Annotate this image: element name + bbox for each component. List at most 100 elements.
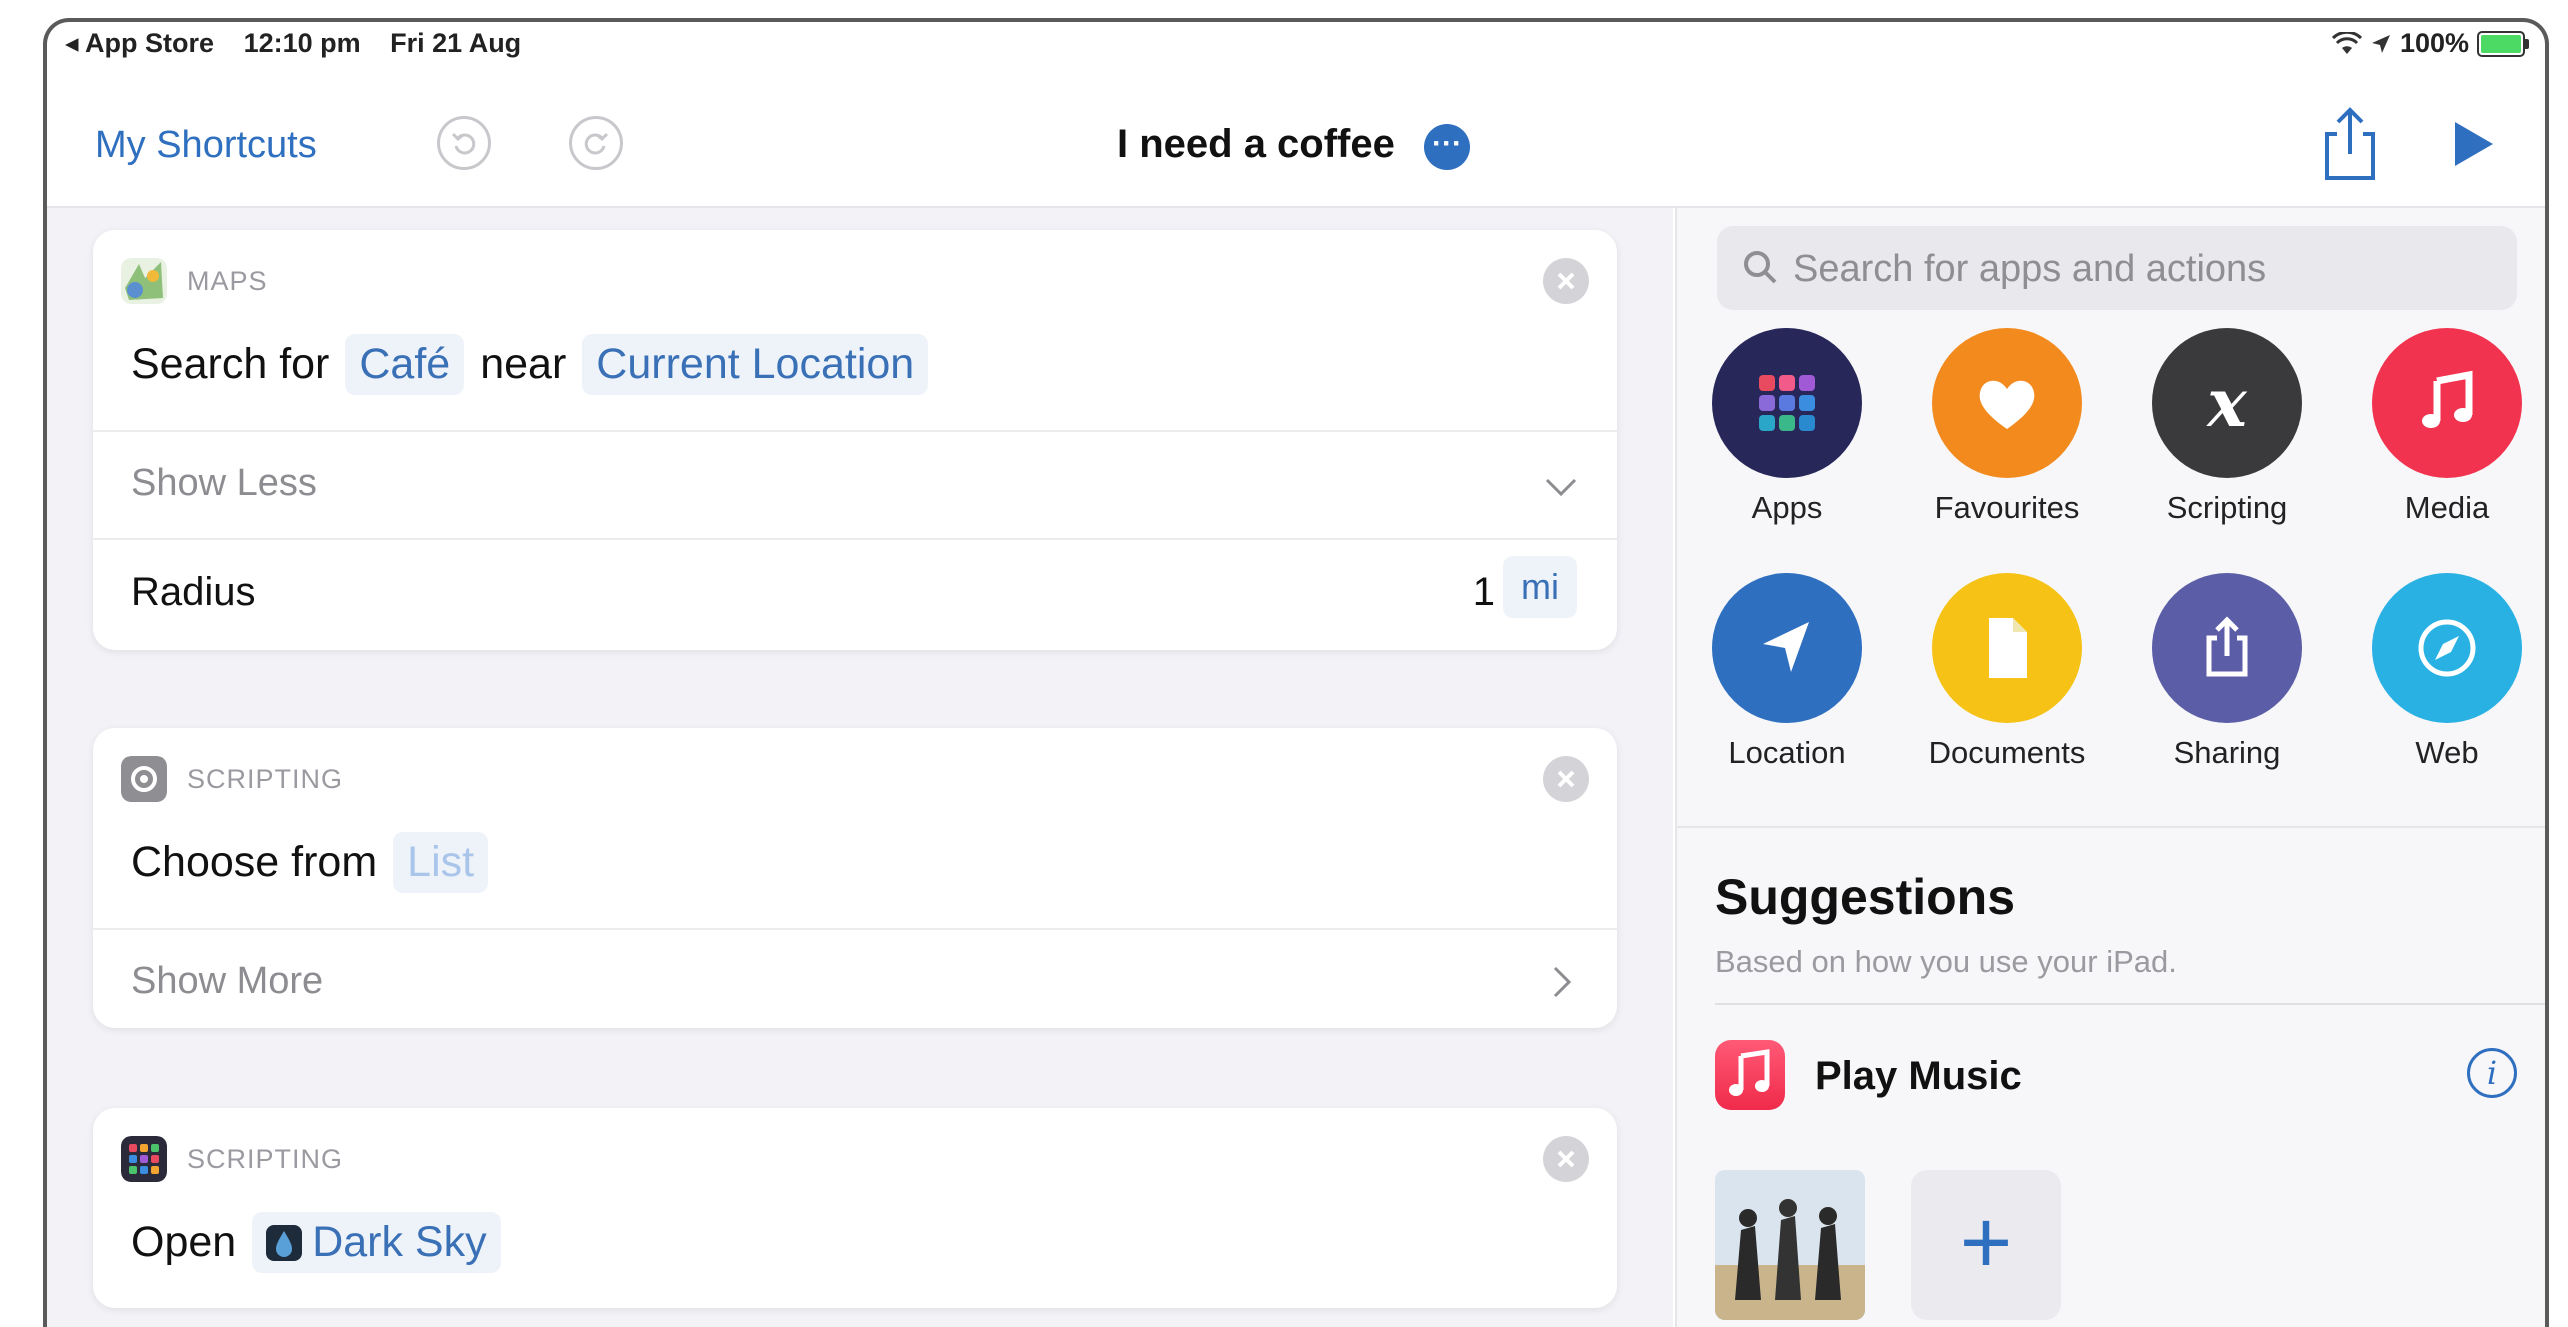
- wifi-icon: [2331, 31, 2362, 54]
- category-location[interactable]: Location: [1687, 573, 1887, 771]
- category-label: Media: [2404, 490, 2490, 525]
- action-header: MAPS: [121, 258, 268, 304]
- my-shortcuts-button[interactable]: My Shortcuts: [95, 124, 317, 167]
- status-bar: ◂ App Store 12:10 pm Fri 21 Aug 100%: [47, 22, 2545, 66]
- apps-grid-icon: [1712, 328, 1862, 478]
- show-more-label: Show More: [131, 960, 324, 1002]
- category-label: Sharing: [2173, 735, 2281, 770]
- divider: [93, 538, 1617, 540]
- category-web[interactable]: Web: [2347, 573, 2545, 771]
- app-token[interactable]: Dark Sky: [252, 1212, 501, 1273]
- back-to-app-link[interactable]: ◂ App Store: [65, 28, 214, 58]
- run-shortcut-button[interactable]: [2445, 114, 2501, 174]
- category-documents[interactable]: Documents: [1907, 573, 2107, 771]
- category-label: Documents: [1928, 735, 2086, 770]
- suggestions-subtitle: Based on how you use your iPad.: [1715, 944, 2177, 979]
- album-artwork[interactable]: [1715, 1170, 1865, 1320]
- search-query-token[interactable]: Café: [345, 334, 465, 395]
- list-token[interactable]: List: [393, 832, 489, 893]
- music-note-icon: [2372, 328, 2522, 478]
- category-favourites[interactable]: Favourites: [1907, 328, 2107, 526]
- maps-app-icon: [121, 258, 167, 304]
- undo-icon: [451, 132, 476, 155]
- x-script-icon: x: [2152, 328, 2302, 478]
- document-icon: [1932, 573, 2082, 723]
- scripting-apps-icon: [121, 1136, 167, 1182]
- chevron-down-icon: [1545, 478, 1577, 497]
- category-apps[interactable]: Apps: [1687, 328, 1887, 526]
- location-arrow-icon: [1712, 573, 1862, 723]
- play-icon: [2455, 122, 2493, 166]
- action-header: SCRIPTING: [121, 1136, 343, 1182]
- actions-search-field[interactable]: Search for apps and actions: [1717, 226, 2517, 310]
- redo-icon: [584, 132, 609, 155]
- action-sentence: Choose from List: [131, 832, 489, 893]
- add-suggestion-button[interactable]: +: [1911, 1170, 2061, 1320]
- remove-action-button[interactable]: [1543, 258, 1589, 304]
- actions-library-panel: Search for apps and actions Apps Favouri…: [1675, 208, 2545, 1327]
- heart-icon: [1932, 328, 2082, 478]
- action-app-label: SCRIPTING: [187, 763, 344, 794]
- category-label: Favourites: [1934, 490, 2080, 525]
- action-verb: Search for: [131, 340, 330, 388]
- show-less-label: Show Less: [131, 462, 317, 504]
- navigation-bar: My Shortcuts I need a coffee ···: [47, 66, 2545, 208]
- info-icon[interactable]: i: [2467, 1048, 2517, 1098]
- action-header: SCRIPTING: [121, 756, 343, 802]
- action-card-choose-from-list[interactable]: SCRIPTING Choose from List Show More: [93, 728, 1617, 1028]
- scripting-gear-icon: [121, 756, 167, 802]
- battery-percent: 100%: [2399, 28, 2469, 58]
- show-more-row[interactable]: Show More: [131, 960, 1581, 1003]
- remove-action-button[interactable]: [1543, 1136, 1589, 1182]
- suggestion-play-music[interactable]: Play Music i: [1715, 1040, 2517, 1112]
- app-token-label: Dark Sky: [312, 1218, 487, 1266]
- radius-value[interactable]: 1: [1473, 570, 1495, 615]
- ipad-screen: ◂ App Store 12:10 pm Fri 21 Aug 100% My …: [43, 18, 2549, 1327]
- remove-action-button[interactable]: [1543, 756, 1589, 802]
- category-label: Web: [2415, 735, 2479, 770]
- divider: [93, 928, 1617, 930]
- chevron-right-icon: [1553, 966, 1572, 998]
- shortcut-title[interactable]: I need a coffee: [1117, 122, 1395, 167]
- show-less-row[interactable]: Show Less: [131, 462, 1581, 505]
- undo-button[interactable]: [437, 116, 491, 170]
- category-media[interactable]: Media: [2347, 328, 2545, 526]
- shortcut-editor: MAPS Search for Café near Current Locati…: [47, 208, 1673, 1327]
- redo-button[interactable]: [569, 116, 623, 170]
- radius-unit-token[interactable]: mi: [1503, 556, 1577, 618]
- status-time: 12:10 pm: [243, 28, 361, 58]
- category-label: Scripting: [2166, 490, 2288, 525]
- close-icon: [1557, 1150, 1575, 1168]
- action-app-label: SCRIPTING: [187, 1143, 344, 1174]
- close-icon: [1557, 272, 1575, 290]
- share-icon: [2325, 107, 2375, 180]
- action-sentence: Open Dark Sky: [131, 1212, 501, 1273]
- category-sharing[interactable]: Sharing: [2127, 573, 2327, 771]
- search-icon: [1744, 251, 1777, 284]
- search-placeholder: Search for apps and actions: [1793, 248, 2267, 290]
- action-verb: Choose from: [131, 838, 378, 886]
- divider: [1677, 826, 2545, 828]
- compass-icon: [2372, 573, 2522, 723]
- category-scripting[interactable]: x Scripting: [2127, 328, 2327, 526]
- close-icon: [1557, 770, 1575, 788]
- action-joiner: near: [480, 340, 567, 388]
- suggestions-heading: Suggestions: [1715, 869, 2016, 925]
- action-card-maps-search[interactable]: MAPS Search for Café near Current Locati…: [93, 230, 1617, 650]
- category-label: Apps: [1751, 490, 1823, 525]
- radius-label: Radius: [131, 570, 256, 614]
- battery-icon: [2477, 30, 2529, 57]
- share-button[interactable]: [2315, 104, 2385, 184]
- suggestion-name: Play Music: [1815, 1054, 2022, 1098]
- shortcut-details-button[interactable]: ···: [1424, 124, 1470, 170]
- music-app-icon: [1715, 1040, 1785, 1110]
- dark-sky-app-icon: [266, 1224, 303, 1261]
- divider: [1715, 1003, 2545, 1005]
- action-card-open-app[interactable]: SCRIPTING Open Dark Sky: [93, 1108, 1617, 1308]
- status-date: Fri 21 Aug: [390, 28, 522, 58]
- location-token[interactable]: Current Location: [582, 334, 929, 395]
- action-verb: Open: [131, 1218, 237, 1266]
- action-app-label: MAPS: [187, 265, 268, 296]
- location-services-icon: [2371, 34, 2390, 53]
- action-sentence: Search for Café near Current Location: [131, 334, 929, 395]
